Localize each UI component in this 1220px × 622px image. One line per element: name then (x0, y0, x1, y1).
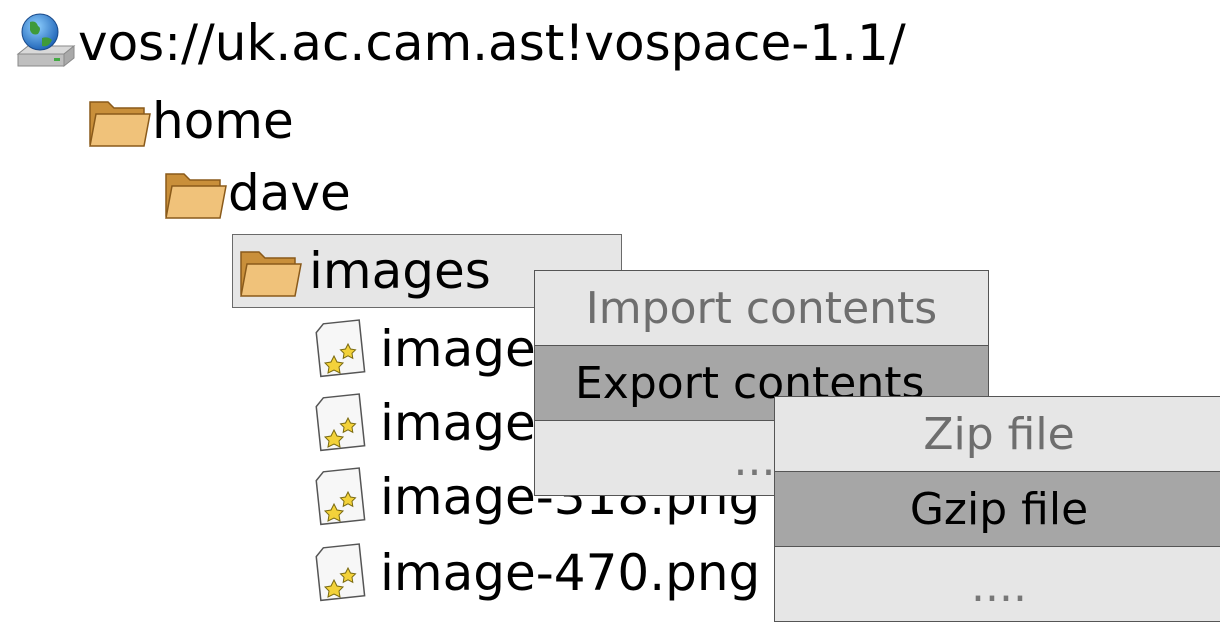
tree-node-label: image- (380, 320, 554, 378)
tree-node-label: home (152, 92, 294, 150)
menu-item-zip-file[interactable]: Zip file (775, 397, 1220, 472)
folder-icon (86, 88, 152, 154)
tree-node-root[interactable]: vos://uk.ac.cam.ast!vospace-1.1/ (12, 10, 906, 76)
image-file-icon (312, 390, 372, 456)
menu-item-more[interactable]: .... (775, 547, 1220, 621)
tree-node-label: images (309, 242, 491, 300)
tree-node-file[interactable]: image-470.png (312, 540, 760, 606)
tree-node-label: image- (380, 394, 554, 452)
image-file-icon (312, 540, 372, 606)
export-submenu: Zip file Gzip file .... (774, 396, 1220, 622)
network-drive-icon (12, 10, 78, 76)
tree-node-file[interactable]: image- (312, 390, 554, 456)
tree-node-label: vos://uk.ac.cam.ast!vospace-1.1/ (78, 14, 906, 72)
folder-icon (162, 160, 228, 226)
folder-icon (237, 238, 303, 304)
tree-node-file[interactable]: image- (312, 316, 554, 382)
image-file-icon (312, 464, 372, 530)
menu-item-import-contents[interactable]: Import contents (535, 271, 988, 346)
tree-node-dave[interactable]: dave (162, 160, 351, 226)
tree-node-home[interactable]: home (86, 88, 294, 154)
image-file-icon (312, 316, 372, 382)
tree-node-label: image-470.png (380, 544, 761, 602)
tree-node-label: dave (228, 164, 351, 222)
menu-item-gzip-file[interactable]: Gzip file (775, 472, 1220, 547)
